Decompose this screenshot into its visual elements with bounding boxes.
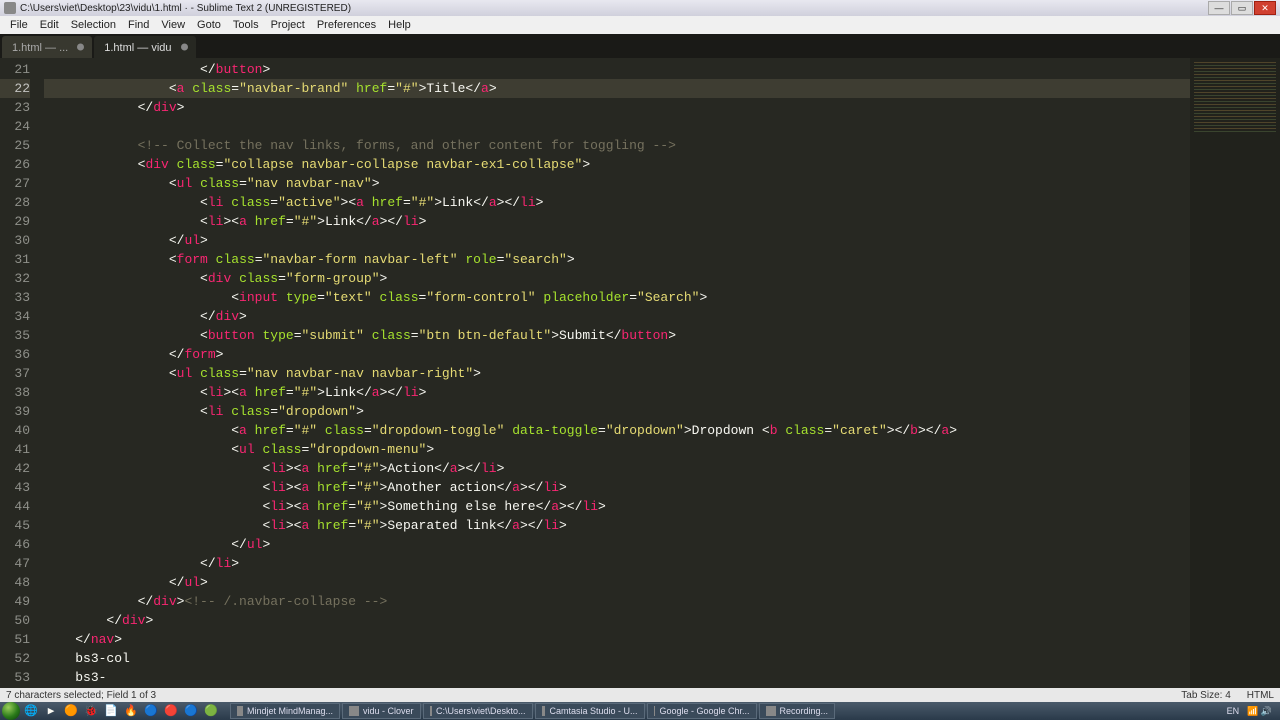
taskbar-app-icon <box>766 706 776 716</box>
systray[interactable]: 📶 🔊 <box>1247 706 1272 717</box>
taskbar-app-icon <box>237 706 243 716</box>
window-titlebar: C:\Users\viet\Desktop\23\vidu\1.html · -… <box>0 0 1280 16</box>
code-line[interactable]: </ul> <box>44 573 1190 592</box>
taskbar-app-label: C:\Users\viet\Deskto... <box>436 706 526 716</box>
code-line[interactable]: bs3- <box>44 668 1190 687</box>
code-line[interactable]: </div> <box>44 611 1190 630</box>
taskbar-app-label: vidu - Clover <box>363 706 414 716</box>
code-line[interactable]: <li class="active"><a href="#">Link</a><… <box>44 193 1190 212</box>
quicklaunch-icon[interactable]: 🔴 <box>162 703 180 719</box>
code-line[interactable] <box>44 117 1190 136</box>
code-line[interactable]: </div> <box>44 307 1190 326</box>
code-line[interactable]: <a href="#" class="dropdown-toggle" data… <box>44 421 1190 440</box>
code-line[interactable]: <div class="form-group"> <box>44 269 1190 288</box>
close-button[interactable]: ✕ <box>1254 1 1276 15</box>
taskbar-app[interactable]: vidu - Clover <box>342 703 421 719</box>
quicklaunch-icon[interactable]: 🐞 <box>82 703 100 719</box>
quicklaunch-icon[interactable]: 🔥 <box>122 703 140 719</box>
code-line[interactable]: <li class="dropdown"> <box>44 402 1190 421</box>
code-line[interactable]: <li><a href="#">Another action</a></li> <box>44 478 1190 497</box>
code-line[interactable]: <li><a href="#">Link</a></li> <box>44 212 1190 231</box>
code-line[interactable]: <form class="navbar-form navbar-left" ro… <box>44 250 1190 269</box>
menu-edit[interactable]: Edit <box>34 19 65 31</box>
taskbar-app-label: Mindjet MindManag... <box>247 706 333 716</box>
taskbar-app[interactable]: Google - Google Chr... <box>647 703 757 719</box>
code-line[interactable]: <li><a href="#">Action</a></li> <box>44 459 1190 478</box>
taskbar-app-label: Google - Google Chr... <box>659 706 749 716</box>
code-line[interactable]: <button type="submit" class="btn btn-def… <box>44 326 1190 345</box>
code-line[interactable]: bs3-col <box>44 649 1190 668</box>
menu-file[interactable]: File <box>4 19 34 31</box>
tab-bar: 1.html — ...1.html — vidu <box>0 34 1280 58</box>
menu-bar: FileEditSelectionFindViewGotoToolsProjec… <box>0 16 1280 34</box>
code-line[interactable]: </button> <box>44 60 1190 79</box>
code-line[interactable]: </ul> <box>44 535 1190 554</box>
code-line[interactable]: <ul class="nav navbar-nav"> <box>44 174 1190 193</box>
menu-preferences[interactable]: Preferences <box>311 19 382 31</box>
tab-dirty-icon <box>77 44 84 51</box>
code-line[interactable]: </li> <box>44 554 1190 573</box>
menu-project[interactable]: Project <box>265 19 311 31</box>
code-line[interactable]: <!-- Collect the nav links, forms, and o… <box>44 136 1190 155</box>
taskbar-app[interactable]: Camtasia Studio - U... <box>535 703 645 719</box>
code-line[interactable]: </ul> <box>44 231 1190 250</box>
code-line[interactable]: <li><a href="#">Link</a></li> <box>44 383 1190 402</box>
quicklaunch-icon[interactable]: 📄 <box>102 703 120 719</box>
code-line[interactable]: <div class="collapse navbar-collapse nav… <box>44 155 1190 174</box>
quicklaunch-icon[interactable]: 🟠 <box>62 703 80 719</box>
status-tabsize[interactable]: Tab Size: 4 <box>1181 690 1230 701</box>
app-icon <box>4 2 16 14</box>
quicklaunch-icon[interactable]: ▶ <box>42 703 60 719</box>
code-line[interactable]: <li><a href="#">Separated link</a></li> <box>44 516 1190 535</box>
taskbar-app-icon <box>542 706 546 716</box>
minimap[interactable] <box>1190 58 1280 688</box>
taskbar-app[interactable]: C:\Users\viet\Deskto... <box>423 703 533 719</box>
status-left: 7 characters selected; Field 1 of 3 <box>6 690 1165 701</box>
code-line[interactable]: <ul class="dropdown-menu"> <box>44 440 1190 459</box>
taskbar-app-icon <box>654 706 656 716</box>
status-bar: 7 characters selected; Field 1 of 3 Tab … <box>0 688 1280 702</box>
taskbar-lang[interactable]: EN <box>1227 706 1240 716</box>
taskbar-app-label: Camtasia Studio - U... <box>549 706 637 716</box>
taskbar-app-label: Recording... <box>780 706 829 716</box>
menu-find[interactable]: Find <box>122 19 155 31</box>
quicklaunch-icon[interactable]: 🔵 <box>182 703 200 719</box>
quicklaunch-icon[interactable]: 🔵 <box>142 703 160 719</box>
code-line[interactable]: <input type="text" class="form-control" … <box>44 288 1190 307</box>
code-line[interactable]: </nav> <box>44 630 1190 649</box>
code-area[interactable]: </button> <a class="navbar-brand" href="… <box>42 58 1190 688</box>
menu-goto[interactable]: Goto <box>191 19 227 31</box>
menu-tools[interactable]: Tools <box>227 19 265 31</box>
tab-dirty-icon <box>181 44 188 51</box>
code-line[interactable]: <li><a href="#">Something else here</a><… <box>44 497 1190 516</box>
taskbar: 🌐▶🟠🐞📄🔥🔵🔴🔵🟢 Mindjet MindManag...vidu - Cl… <box>0 702 1280 720</box>
tab-0[interactable]: 1.html — ... <box>2 36 92 58</box>
taskbar-app-icon <box>430 706 432 716</box>
line-gutter: 2122232425262728293031323334353637383940… <box>0 58 42 688</box>
tab-1[interactable]: 1.html — vidu <box>94 36 195 58</box>
code-line[interactable]: </div> <box>44 98 1190 117</box>
menu-selection[interactable]: Selection <box>65 19 122 31</box>
status-syntax[interactable]: HTML <box>1247 690 1274 701</box>
quicklaunch-icon[interactable]: 🌐 <box>22 703 40 719</box>
taskbar-app[interactable]: Mindjet MindManag... <box>230 703 340 719</box>
taskbar-app-icon <box>349 706 359 716</box>
minimap-content <box>1194 62 1276 132</box>
code-line[interactable]: <ul class="nav navbar-nav navbar-right"> <box>44 364 1190 383</box>
window-title: C:\Users\viet\Desktop\23\vidu\1.html · -… <box>20 3 1208 14</box>
taskbar-app[interactable]: Recording... <box>759 703 836 719</box>
minimize-button[interactable]: — <box>1208 1 1230 15</box>
code-line[interactable]: </form> <box>44 345 1190 364</box>
editor[interactable]: 2122232425262728293031323334353637383940… <box>0 58 1280 688</box>
start-button[interactable] <box>2 702 20 720</box>
code-line[interactable]: <a class="navbar-brand" href="#">Title</… <box>44 79 1190 98</box>
menu-help[interactable]: Help <box>382 19 417 31</box>
quicklaunch-icon[interactable]: 🟢 <box>202 703 220 719</box>
code-line[interactable]: </div><!-- /.navbar-collapse --> <box>44 592 1190 611</box>
menu-view[interactable]: View <box>155 19 191 31</box>
maximize-button[interactable]: ▭ <box>1231 1 1253 15</box>
